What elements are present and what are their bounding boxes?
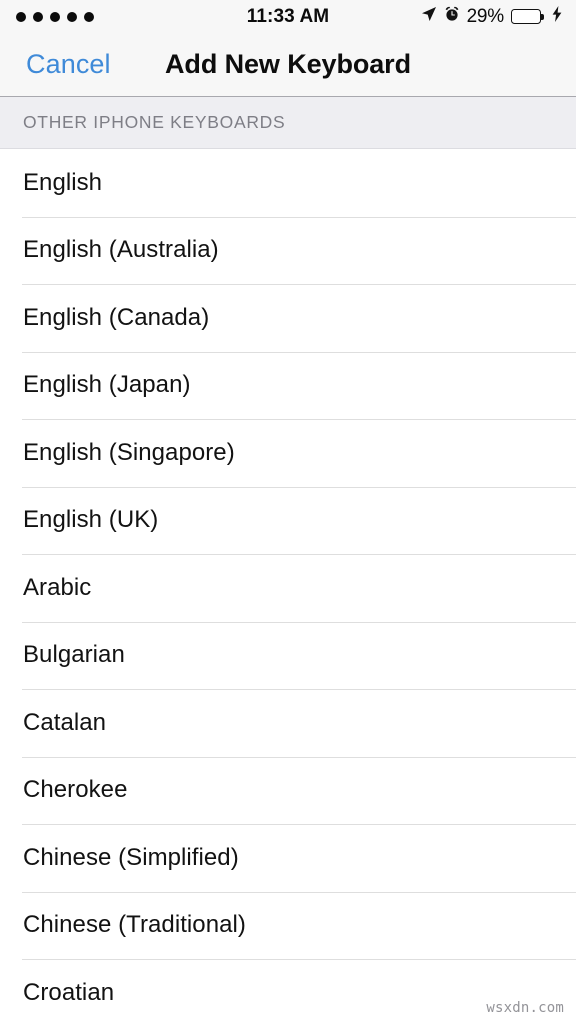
keyboard-label: English bbox=[23, 168, 103, 196]
keyboard-label: English (Australia) bbox=[23, 236, 219, 264]
signal-dot-2 bbox=[33, 11, 43, 22]
table-row[interactable]: English (Singapore) bbox=[0, 419, 576, 487]
status-bar-clock: 11:33 AM bbox=[246, 5, 330, 27]
keyboard-list: English English (Australia) English (Can… bbox=[0, 149, 576, 1024]
table-row[interactable]: Cherokee bbox=[0, 756, 576, 824]
lightning-bolt-icon bbox=[552, 6, 562, 27]
table-row[interactable]: Chinese (Simplified) bbox=[0, 824, 576, 892]
watermark: wsxdn.com bbox=[486, 1000, 564, 1016]
table-row[interactable]: English (Japan) bbox=[0, 351, 576, 419]
keyboard-label: English (UK) bbox=[23, 506, 159, 534]
battery-percent-label: 29% bbox=[466, 5, 505, 27]
battery-nub bbox=[541, 13, 544, 20]
cancel-button[interactable]: Cancel bbox=[22, 47, 115, 82]
table-row[interactable]: English (Canada) bbox=[0, 284, 576, 352]
navigation-bar: Cancel Add New Keyboard bbox=[0, 33, 576, 97]
signal-strength-dots bbox=[16, 11, 94, 22]
table-row[interactable]: Catalan bbox=[0, 689, 576, 757]
alarm-clock-icon bbox=[444, 6, 460, 27]
table-row[interactable]: Bulgarian bbox=[0, 621, 576, 689]
section-header-other-iphone-keyboards: Other iPhone Keyboards bbox=[0, 97, 576, 149]
battery-body bbox=[511, 9, 541, 24]
signal-dot-4 bbox=[67, 11, 77, 22]
keyboard-label: Chinese (Traditional) bbox=[23, 911, 246, 939]
signal-dot-1 bbox=[16, 11, 26, 22]
battery-icon bbox=[511, 9, 544, 25]
table-row[interactable]: English (UK) bbox=[0, 486, 576, 554]
keyboard-label: English (Singapore) bbox=[23, 438, 235, 466]
keyboard-label: Bulgarian bbox=[23, 641, 125, 669]
signal-dot-3 bbox=[50, 11, 60, 22]
keyboard-label: Catalan bbox=[23, 708, 107, 736]
status-bar-right: 29% bbox=[421, 6, 562, 28]
keyboard-label: Arabic bbox=[23, 573, 92, 601]
table-row[interactable]: Arabic bbox=[0, 554, 576, 622]
keyboard-label: English (Japan) bbox=[23, 371, 191, 399]
keyboard-label: English (Canada) bbox=[23, 303, 210, 331]
table-row[interactable]: English (Australia) bbox=[0, 216, 576, 284]
table-row[interactable]: English bbox=[0, 149, 576, 217]
keyboard-label: Croatian bbox=[23, 978, 115, 1006]
iphone-screen: 11:33 AM 29% Cancel Add New Keyboard OTH… bbox=[0, 0, 576, 1024]
status-bar: 11:33 AM 29% bbox=[0, 0, 576, 33]
keyboard-label: Chinese (Simplified) bbox=[23, 843, 239, 871]
location-arrow-icon bbox=[421, 6, 437, 27]
section-header-label: Other iPhone Keyboards bbox=[23, 112, 286, 132]
signal-dot-5 bbox=[84, 11, 94, 22]
table-row[interactable]: Chinese (Traditional) bbox=[0, 891, 576, 959]
keyboard-label: Cherokee bbox=[23, 776, 128, 804]
